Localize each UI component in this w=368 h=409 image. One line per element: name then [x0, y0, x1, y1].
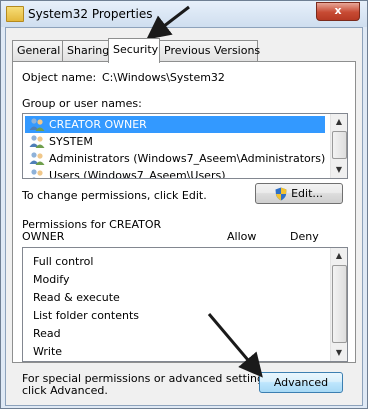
tab-security[interactable]: Security — [108, 38, 160, 63]
arrow-to-advanced-button — [207, 313, 263, 378]
annotation-arrows — [146, 5, 263, 378]
arrow-to-security-tab — [146, 5, 190, 40]
properties-window: System32 Properties x General Sharing Se… — [0, 0, 368, 409]
